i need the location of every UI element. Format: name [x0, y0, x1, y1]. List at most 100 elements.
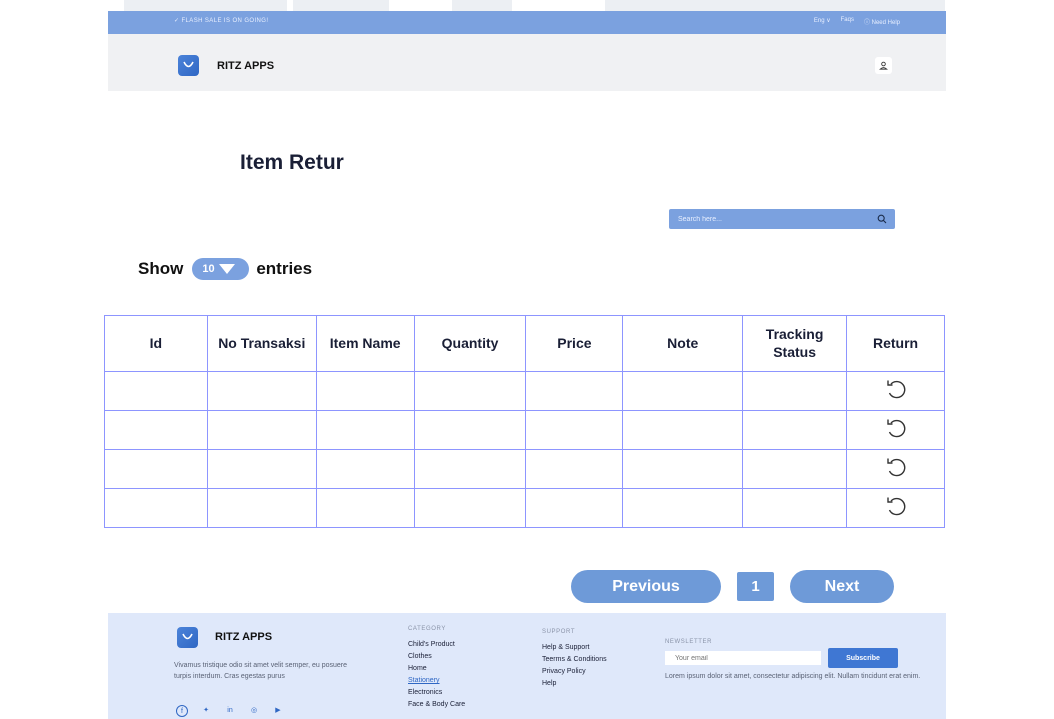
need-help-link[interactable]: ⓘ Need Help	[864, 17, 900, 26]
announcement-links: Eng ∨ Faqs ⓘ Need Help	[814, 17, 900, 26]
top-tab-strip	[0, 0, 1054, 11]
previous-page-button[interactable]: Previous	[571, 570, 721, 603]
table-cell	[742, 410, 848, 450]
newsletter-heading: NEWSLETTER	[665, 639, 713, 645]
category-heading: CATEGORY	[408, 626, 446, 632]
table-cell	[622, 371, 744, 411]
tab-placeholder	[293, 0, 389, 11]
table-cell	[622, 410, 744, 450]
support-link[interactable]: Teerms & Conditions	[542, 655, 607, 664]
table-header-row: Id No Transaksi Item Name Quantity Price…	[104, 315, 945, 372]
category-link[interactable]: Electronics	[408, 688, 465, 697]
table-cell	[104, 371, 208, 411]
site-header: RITZ APPS	[108, 34, 946, 91]
category-link[interactable]: Child's Product	[408, 640, 465, 649]
return-cell	[846, 371, 945, 411]
table-cell	[525, 410, 624, 450]
category-link[interactable]: Face & Body Care	[408, 700, 465, 709]
category-link[interactable]: Home	[408, 664, 465, 673]
footer-category-column: CATEGORY Child's Product Clothes Home St…	[408, 626, 465, 712]
column-header-price[interactable]: Price	[525, 315, 624, 372]
tab-placeholder	[605, 0, 945, 11]
column-header-item-name[interactable]: Item Name	[315, 315, 415, 372]
table-cell	[315, 371, 415, 411]
table-cell	[525, 371, 624, 411]
newsletter-section: NEWSLETTER Subscribe Lorem ipsum dolor s…	[665, 639, 920, 680]
column-header-id[interactable]: Id	[104, 315, 208, 372]
search-bar	[669, 209, 895, 229]
return-cell	[846, 488, 945, 528]
language-selector[interactable]: Eng ∨	[814, 17, 831, 26]
tab-placeholder	[124, 0, 287, 11]
table-cell	[413, 410, 527, 450]
table-row	[104, 410, 945, 450]
social-links: f ✦ in ◎ ▶	[176, 705, 284, 717]
return-icon[interactable]	[884, 494, 908, 518]
table-cell	[413, 449, 527, 489]
search-icon[interactable]	[877, 214, 887, 224]
table-cell	[622, 449, 744, 489]
table-row	[104, 449, 945, 489]
column-header-return[interactable]: Return	[846, 315, 945, 372]
table-cell	[413, 371, 527, 411]
chevron-down-icon	[218, 264, 235, 274]
support-link[interactable]: Help & Support	[542, 643, 607, 652]
table-cell	[622, 488, 744, 528]
return-items-table: Id No Transaksi Item Name Quantity Price…	[104, 315, 945, 528]
table-cell	[315, 488, 415, 528]
column-header-quantity[interactable]: Quantity	[413, 315, 527, 372]
tab-placeholder	[452, 0, 512, 11]
table-cell	[742, 488, 848, 528]
page-title: Item Retur	[240, 151, 344, 174]
support-link[interactable]: Privacy Policy	[542, 667, 607, 676]
table-cell	[206, 410, 317, 450]
footer-logo-icon[interactable]	[177, 627, 198, 648]
next-page-button[interactable]: Next	[790, 570, 894, 603]
table-cell	[742, 371, 848, 411]
table-cell	[742, 449, 848, 489]
column-header-no-transaksi[interactable]: No Transaksi	[206, 315, 317, 372]
faqs-link[interactable]: Faqs	[841, 17, 854, 26]
table-row	[104, 371, 945, 411]
user-account-button[interactable]	[875, 57, 892, 74]
return-cell	[846, 410, 945, 450]
footer-description: Vivamus tristique odio sit amet velit se…	[174, 662, 348, 680]
search-input[interactable]	[669, 209, 869, 229]
return-icon[interactable]	[884, 455, 908, 479]
page-number-button[interactable]: 1	[737, 572, 774, 601]
table-cell	[104, 449, 208, 489]
entries-per-page-select[interactable]: 10	[192, 258, 250, 280]
return-icon[interactable]	[884, 416, 908, 440]
support-link[interactable]: Help	[542, 679, 607, 688]
instagram-icon[interactable]: ◎	[248, 705, 260, 717]
entries-selected-value: 10	[202, 263, 215, 275]
youtube-icon[interactable]: ▶	[272, 705, 284, 717]
return-icon[interactable]	[884, 377, 908, 401]
flash-sale-text: ✓ FLASH SALE IS ON GOING!	[174, 18, 269, 24]
subscribe-button[interactable]: Subscribe	[828, 648, 898, 668]
facebook-icon[interactable]: f	[176, 705, 188, 717]
table-cell	[206, 371, 317, 411]
column-header-tracking-status[interactable]: Tracking Status	[742, 315, 848, 372]
twitter-icon[interactable]: ✦	[200, 705, 212, 717]
column-header-note[interactable]: Note	[622, 315, 744, 372]
newsletter-email-input[interactable]	[665, 651, 821, 665]
table-row	[104, 488, 945, 528]
linkedin-icon[interactable]: in	[224, 705, 236, 717]
support-heading: SUPPORT	[542, 629, 576, 635]
entries-label: entries	[256, 259, 313, 278]
table-cell	[315, 410, 415, 450]
category-link[interactable]: Stationery	[408, 676, 465, 685]
table-cell	[315, 449, 415, 489]
table-cell	[104, 488, 208, 528]
category-link[interactable]: Clothes	[408, 652, 465, 661]
brand-logo-icon[interactable]	[178, 55, 199, 76]
brand-name[interactable]: RITZ APPS	[217, 60, 274, 72]
footer-brand-name[interactable]: RITZ APPS	[215, 631, 272, 643]
table-cell	[206, 488, 317, 528]
newsletter-note: Lorem ipsum dolor sit amet, consectetur …	[665, 673, 921, 680]
table-cell	[206, 449, 317, 489]
table-cell	[525, 488, 624, 528]
table-cell	[413, 488, 527, 528]
footer-support-column: SUPPORT Help & Support Teerms & Conditio…	[542, 629, 607, 691]
